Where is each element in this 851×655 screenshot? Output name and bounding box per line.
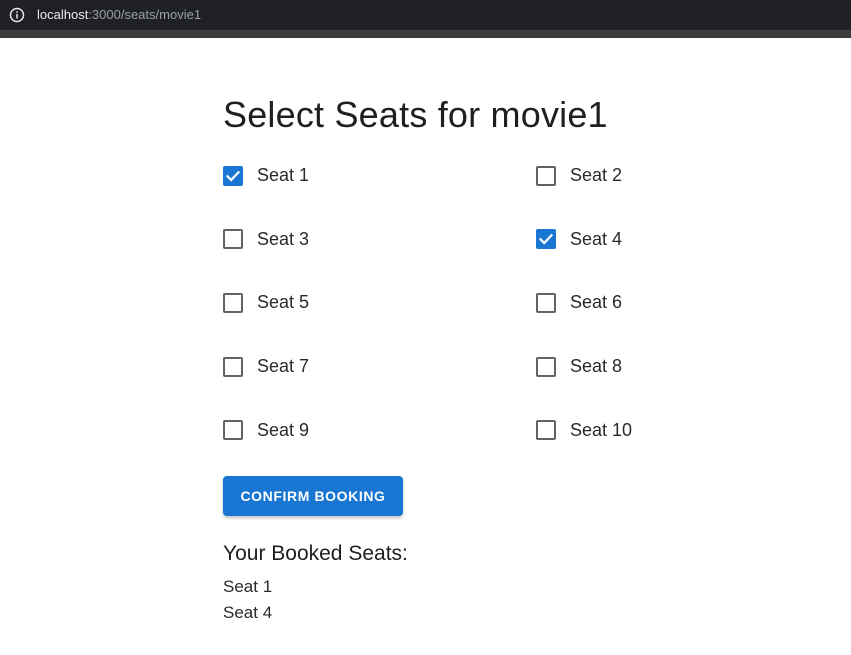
browser-address-bar: localhost:3000/seats/movie1	[0, 0, 851, 30]
seat-label: Seat 2	[570, 165, 623, 185]
seat-checkbox[interactable]	[223, 356, 243, 377]
seat-label: Seat 10	[570, 419, 633, 440]
browser-bar-border	[0, 30, 851, 38]
seat-label: Seat 7	[257, 356, 310, 377]
booked-seats-list: Seat 1 Seat 4	[223, 574, 272, 626]
seat-label: Seat 8	[570, 356, 623, 377]
seat-option[interactable]: Seat 2	[536, 165, 622, 186]
seat-option[interactable]: Seat 5	[223, 292, 309, 313]
booked-seat-item: Seat 1	[223, 577, 273, 596]
seat-label: Seat 3	[257, 228, 310, 249]
seat-option[interactable]: Seat 3	[223, 229, 309, 250]
seat-checkbox[interactable]	[536, 420, 556, 441]
seat-option[interactable]: Seat 10	[536, 420, 632, 441]
site-info-icon[interactable]	[9, 7, 25, 23]
seat-label: Seat 5	[257, 292, 310, 313]
checkmark-icon	[538, 233, 554, 245]
page-title: Select Seats for movie1	[223, 94, 608, 135]
seat-option[interactable]: Seat 4	[536, 229, 622, 250]
seat-option[interactable]: Seat 8	[536, 356, 622, 377]
url-path: :3000/seats/movie1	[88, 7, 202, 22]
seat-label: Seat 1	[257, 165, 310, 185]
seat-label: Seat 9	[257, 419, 310, 440]
seat-label: Seat 4	[570, 228, 623, 249]
seat-option[interactable]: Seat 6	[536, 292, 622, 313]
checkmark-icon	[225, 170, 241, 182]
seat-checkbox[interactable]	[536, 356, 556, 377]
seat-checkbox[interactable]	[536, 165, 556, 186]
booked-seat-item: Seat 4	[223, 603, 273, 622]
seat-checkbox[interactable]	[536, 292, 556, 313]
seat-checkbox[interactable]	[223, 292, 243, 313]
seat-checkbox[interactable]	[536, 229, 556, 250]
seat-checkbox[interactable]	[223, 165, 243, 186]
url-field[interactable]: localhost:3000/seats/movie1	[37, 7, 201, 23]
seat-checkbox[interactable]	[223, 420, 243, 441]
seat-option[interactable]: Seat 9	[223, 420, 309, 441]
url-host: localhost	[37, 7, 89, 22]
seat-option[interactable]: Seat 1	[223, 165, 309, 186]
seat-checkbox[interactable]	[223, 229, 243, 250]
seat-option[interactable]: Seat 7	[223, 356, 309, 377]
seat-label: Seat 6	[570, 292, 623, 313]
confirm-booking-button[interactable]: CONFIRM BOOKING	[223, 476, 403, 516]
booked-seats-title: Your Booked Seats:	[223, 542, 408, 565]
